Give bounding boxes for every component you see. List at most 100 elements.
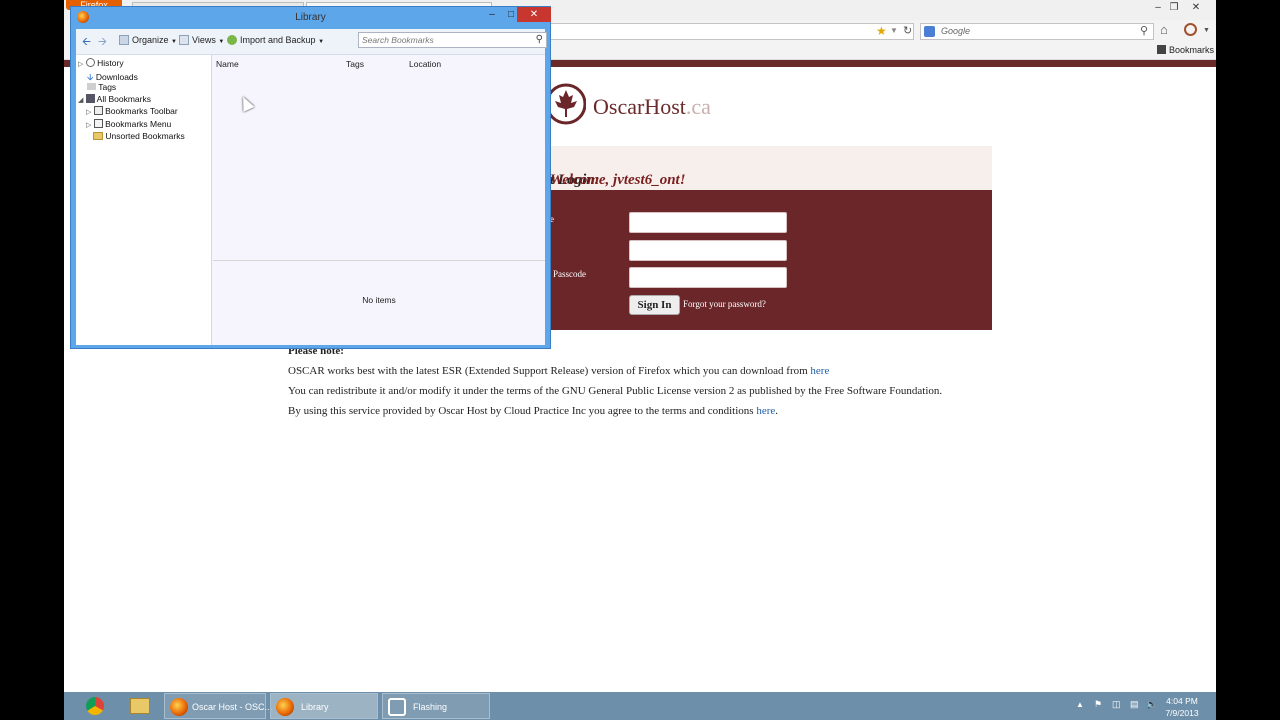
passcode-label: Passcode (553, 269, 586, 279)
download-here-link[interactable]: here (810, 365, 829, 377)
tree-label-tags: Tags (98, 82, 117, 92)
oscarhost-logo: OscarHost.ca (593, 94, 711, 120)
tree-label-bookmarks-menu: Bookmarks Menu (105, 119, 172, 129)
toolbar-icon (93, 106, 103, 115)
dropdown-arrow-icon[interactable]: ▼ (890, 26, 898, 35)
note-line-terms-text: By using this service provided by Oscar … (288, 405, 754, 417)
folder-icon (93, 132, 103, 140)
tree-item-history[interactable]: ▷ History (78, 58, 124, 68)
forward-arrow-icon[interactable]: 🡪 (98, 33, 107, 52)
bookmarks-icon (1156, 45, 1166, 54)
tree-label-bookmarks-toolbar: Bookmarks Toolbar (105, 106, 178, 116)
passcode-field[interactable] (629, 267, 787, 288)
tree-label-unsorted-bookmarks: Unsorted Bookmarks (105, 131, 185, 141)
login-header: t Login: Welcome, jvtest6_ont! (550, 146, 992, 190)
bookmarks-button[interactable]: Bookmarks (1156, 45, 1214, 55)
note-line-license: You can redistribute it and/or modify it… (288, 385, 943, 397)
views-icon (179, 35, 189, 45)
clock-icon (85, 58, 95, 67)
sign-in-button[interactable]: Sign In (629, 295, 680, 315)
tree-label-history: History (97, 58, 124, 68)
note-line-terms: By using this service provided by Oscar … (288, 405, 778, 417)
taskbar-label-oscar-host: Oscar Host - OSC... (192, 702, 273, 712)
display-icon[interactable]: ▤ (1130, 699, 1139, 710)
column-header-tags[interactable]: Tags (346, 59, 364, 69)
taskbar-app-flashing[interactable]: Flashing (382, 693, 490, 719)
search-bookmarks-placeholder: Search Bookmarks (362, 35, 434, 45)
terms-here-link[interactable]: here (756, 405, 775, 417)
back-arrow-icon[interactable]: 🡨 (82, 33, 91, 52)
collapse-arrow-icon: ◢ (78, 97, 84, 104)
firefox-icon (276, 698, 294, 716)
search-placeholder: Google (941, 26, 971, 36)
taskbar-app-library[interactable]: Library (270, 693, 378, 719)
flag-icon[interactable]: ⚑ (1094, 699, 1102, 710)
no-items-text: No items (362, 295, 396, 305)
expand-arrow-icon: ▷ (86, 109, 92, 116)
import-backup-dropdown-icon: ▼ (318, 39, 325, 45)
expand-arrow-icon: ▷ (78, 61, 84, 68)
search-icon: ⚲ (535, 34, 543, 45)
import-backup-icon (227, 35, 237, 45)
tree-item-tags[interactable]: Tags (87, 82, 116, 92)
tree-label-downloads: Downloads (95, 72, 138, 82)
bookmarks-icon (85, 94, 95, 103)
tree-item-bookmarks-menu[interactable]: ▷ Bookmarks Menu (86, 119, 171, 129)
bookmarks-button-label: Bookmarks (1168, 45, 1214, 55)
organize-button[interactable]: Organize ▼ (132, 35, 177, 45)
username-field[interactable] (629, 212, 787, 233)
home-icon[interactable]: ⌂ (1160, 22, 1168, 37)
explorer-icon (130, 698, 150, 714)
network-icon[interactable]: ◫ (1112, 699, 1121, 710)
library-window: Library – □ ✕ 🡨 🡪 Organize ▼ Views ▼ Imp… (70, 6, 551, 349)
tree-item-unsorted-bookmarks[interactable]: Unsorted Bookmarks (93, 131, 185, 141)
addon-icon[interactable] (1184, 23, 1197, 36)
google-icon (924, 26, 935, 37)
tree-item-all-bookmarks[interactable]: ◢ All Bookmarks (78, 94, 151, 104)
taskbar-app-chrome[interactable] (76, 693, 116, 719)
taskbar-label-library: Library (301, 702, 329, 712)
firefox-icon (170, 698, 188, 716)
screen: Firefox – ❐ ✕ ★ ▼ ↻ Google ⚲ ⌂ ▼ Bookmar… (64, 0, 1216, 692)
column-header-name[interactable]: Name (216, 59, 239, 69)
reload-icon[interactable]: ↻ (903, 24, 912, 37)
library-close-icon[interactable]: ✕ (517, 7, 551, 22)
taskbar-app-oscar-host[interactable]: Oscar Host - OSC... (164, 693, 272, 719)
tree-item-bookmarks-toolbar[interactable]: ▷ Bookmarks Toolbar (86, 106, 178, 116)
logo-suffix-text: .ca (685, 94, 711, 119)
firefox-icon (77, 11, 89, 23)
organize-icon (119, 35, 129, 45)
maximize-icon[interactable]: ❐ (1164, 2, 1184, 14)
search-bookmarks-input[interactable]: Search Bookmarks ⚲ (358, 32, 547, 48)
bookmark-star-icon[interactable]: ★ (876, 24, 887, 38)
forgot-password-link[interactable]: Forgot your password? (683, 299, 766, 309)
note-line-esr-text: OSCAR works best with the latest ESR (Ex… (288, 365, 808, 377)
search-bar[interactable]: Google (920, 23, 1154, 40)
close-icon[interactable]: ✕ (1186, 2, 1206, 14)
import-backup-button[interactable]: Import and Backup ▼ (240, 35, 324, 45)
column-header-location[interactable]: Location (409, 59, 441, 69)
taskbar-app-explorer[interactable] (120, 693, 160, 719)
chrome-icon (86, 697, 104, 715)
tray-expand-icon[interactable]: ▲ (1076, 700, 1084, 709)
views-label: Views (192, 35, 216, 45)
volume-icon[interactable]: 🔈 (1146, 699, 1157, 710)
taskbar-label-flashing: Flashing (413, 702, 448, 712)
app-icon (388, 698, 406, 716)
library-body: ▷ History 🡫 Downloads Tags ◢ All Bookmar… (76, 55, 545, 345)
menu-icon (93, 119, 103, 128)
chevron-down-icon[interactable]: ▼ (1203, 27, 1210, 34)
maple-leaf-logo-icon (546, 83, 586, 125)
views-button[interactable]: Views ▼ (192, 35, 224, 45)
password-field[interactable] (629, 240, 787, 261)
details-pane-divider[interactable] (213, 260, 545, 261)
import-backup-label: Import and Backup (240, 35, 316, 45)
search-magnifier-icon[interactable]: ⚲ (1140, 24, 1148, 37)
library-sidebar-tree: ▷ History 🡫 Downloads Tags ◢ All Bookmar… (76, 55, 212, 345)
note-line-esr: OSCAR works best with the latest ESR (Ex… (288, 365, 829, 377)
clock-date[interactable]: 7/9/2013 (1160, 708, 1204, 718)
url-bar[interactable] (534, 23, 914, 40)
clock-time[interactable]: 4:04 PM (1160, 696, 1204, 706)
views-dropdown-icon: ▼ (218, 39, 225, 45)
tag-icon (87, 83, 96, 90)
